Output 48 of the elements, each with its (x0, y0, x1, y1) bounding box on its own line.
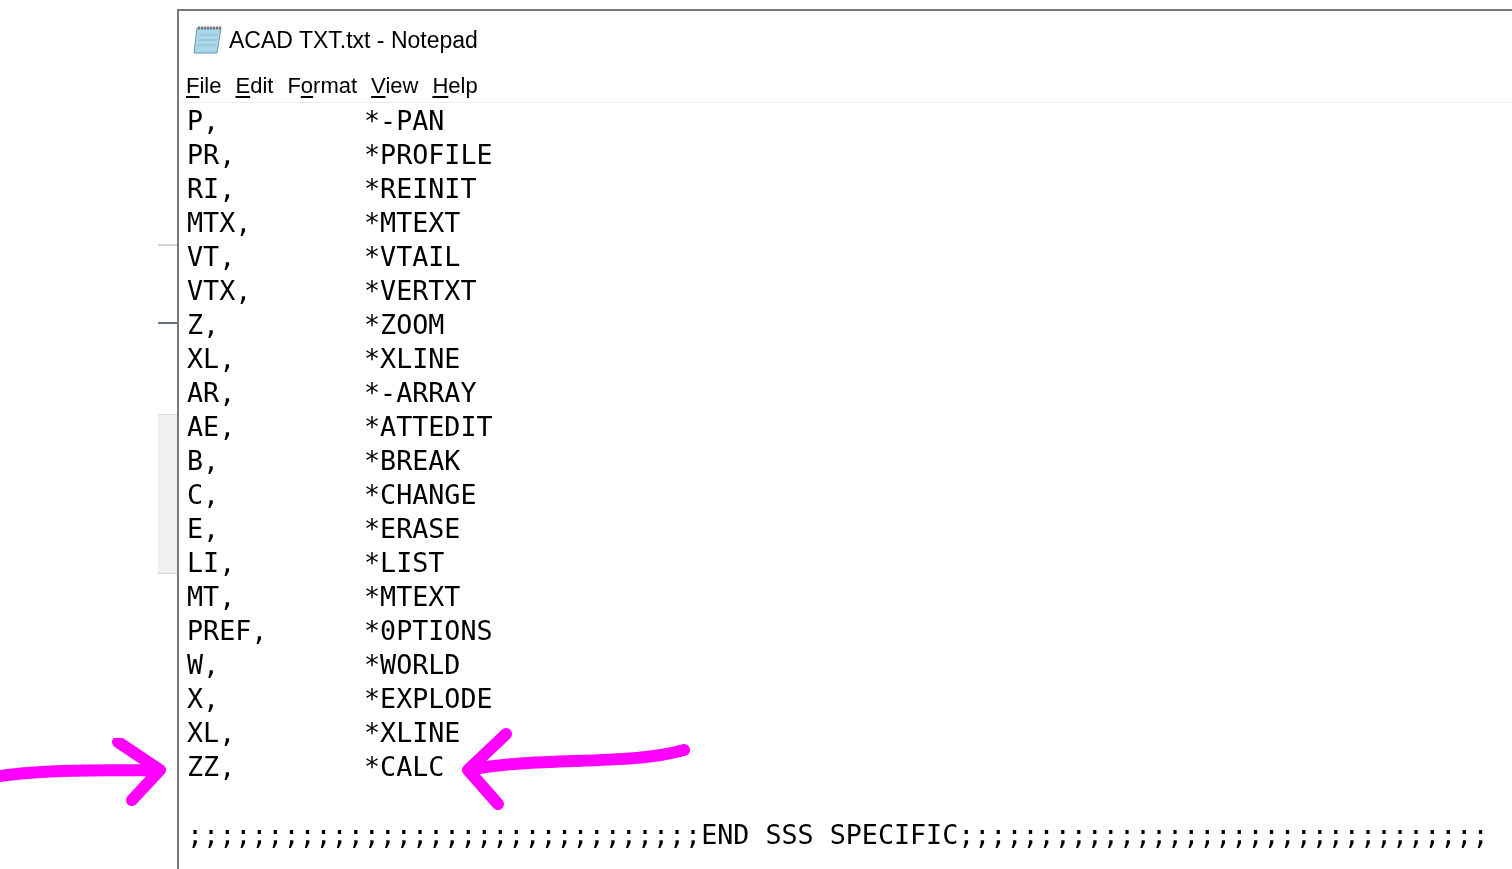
text-line: *ERASE (364, 512, 461, 546)
text-line: *CHANGE (364, 478, 477, 512)
text-line: AE, (187, 410, 237, 444)
text-line: XL, (187, 342, 237, 376)
text-line: P, (187, 104, 221, 138)
text-line: ;;;;;;;;;;;;;;;;;;;;;;;;;;;;;;;;END SSS SPECIFIC;;;;;;;;;;;;;;;;;;;;;;;;;;;;;;;;; (187, 818, 1489, 852)
text-line: C, (187, 478, 221, 512)
text-line: *MTEXT (364, 580, 461, 614)
text-line: PREF, (187, 614, 269, 648)
menu-item[interactable]: Help (432, 69, 478, 102)
text-line: MTX, (187, 206, 253, 240)
text-line: *XLINE (364, 342, 461, 376)
text-line: *XLINE (364, 716, 461, 750)
text-line: B, (187, 444, 221, 478)
text-line: *MTEXT (364, 206, 461, 240)
text-line: *CALC (364, 750, 445, 784)
text-line: ZZ, (187, 750, 237, 784)
notepad-icon (191, 25, 225, 55)
text-line: *-ARRAY (364, 376, 477, 410)
text-line: PR, (187, 138, 237, 172)
text-line: *ZOOM (364, 308, 445, 342)
text-line: *LIST (364, 546, 445, 580)
text-line: *-PAN (364, 104, 445, 138)
text-line: Z, (187, 308, 221, 342)
text-line: RI, (187, 172, 237, 206)
text-line: MT, (187, 580, 237, 614)
text-line: E, (187, 512, 221, 546)
text-line: VTX, (187, 274, 253, 308)
text-line: X, (187, 682, 221, 716)
window-title: ACAD TXT.txt - Notepad (229, 25, 478, 55)
text-line: AR, (187, 376, 237, 410)
text-line: *REINIT (364, 172, 477, 206)
menu-item[interactable]: View (371, 69, 419, 102)
menu-item[interactable]: Format (287, 69, 358, 102)
text-line: *VERTXT (364, 274, 477, 308)
text-line: *EXPLODE (364, 682, 493, 716)
text-line: VT, (187, 240, 237, 274)
text-line: *WORLD (364, 648, 461, 682)
text-line: *VTAIL (364, 240, 461, 274)
text-line: *ATTEDIT (364, 410, 493, 444)
text-line: W, (187, 648, 221, 682)
text-line: XL, (187, 716, 237, 750)
menu-item[interactable]: File (186, 69, 222, 102)
text-line: *PROFILE (364, 138, 493, 172)
menu-item[interactable]: Edit (235, 69, 274, 102)
text-line: *BREAK (364, 444, 461, 478)
text-line: *0PTIONS (364, 614, 493, 648)
text-line: LI, (187, 546, 237, 580)
